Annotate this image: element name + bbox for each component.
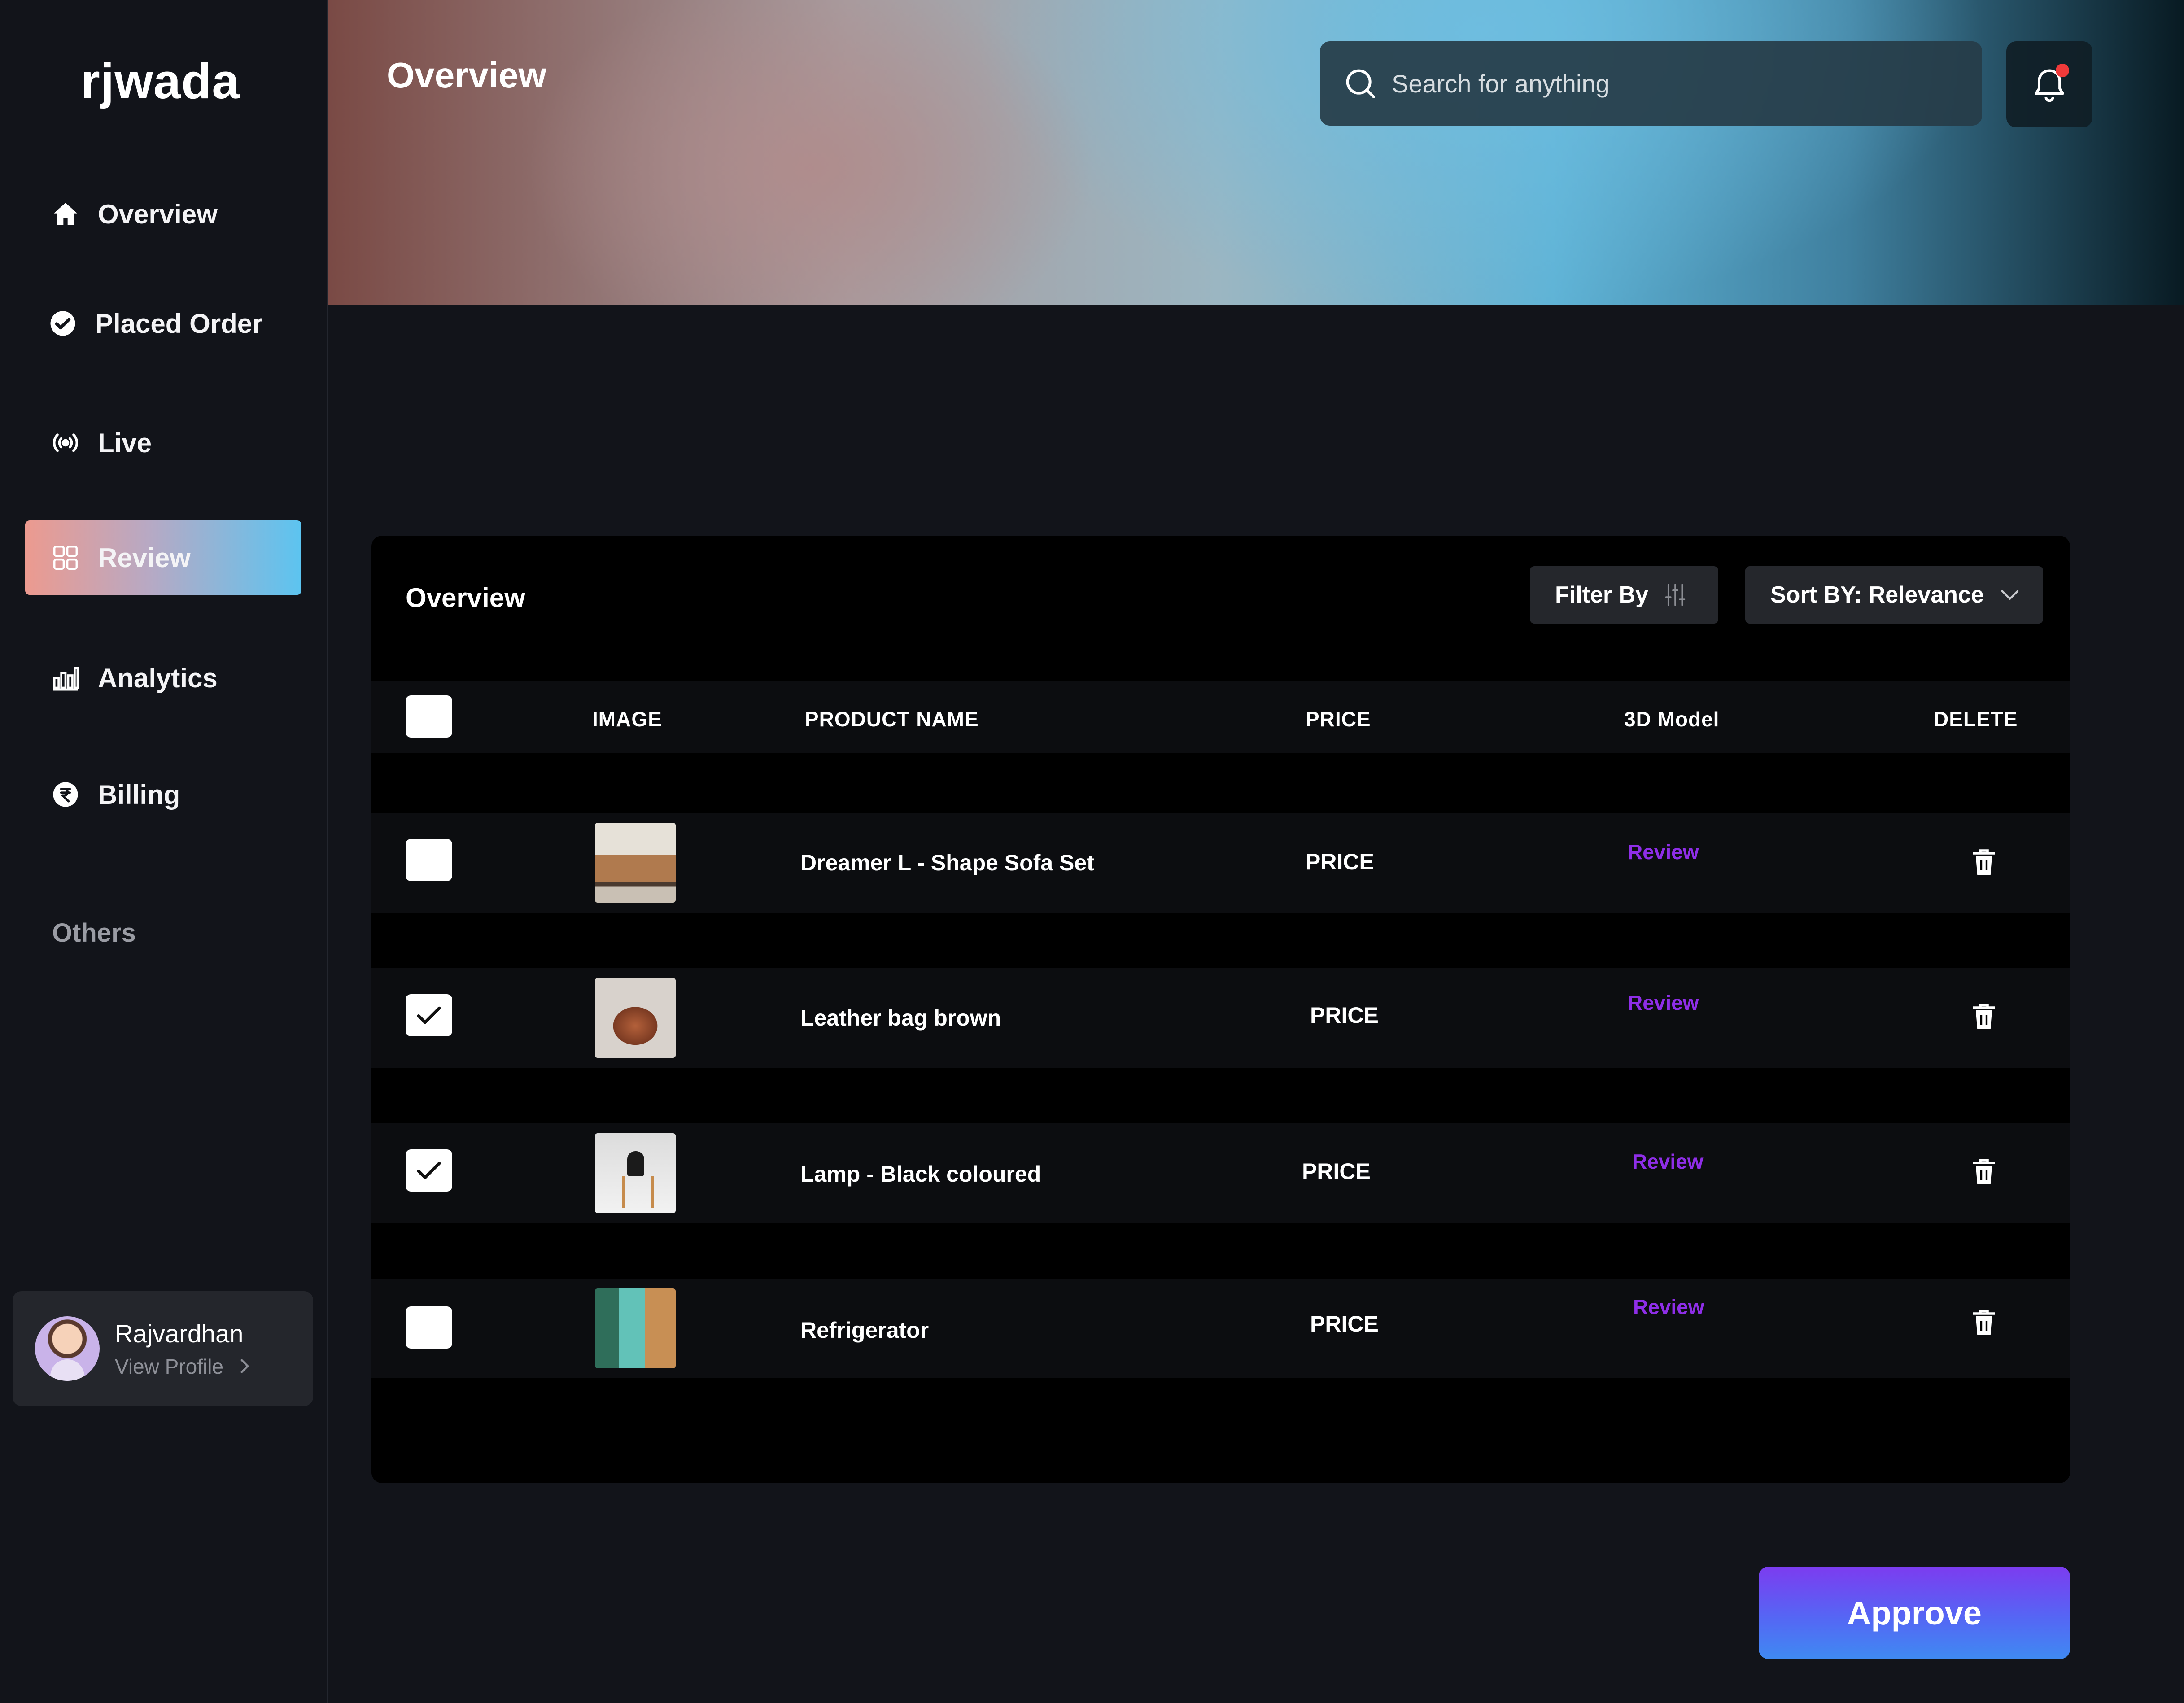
trash-icon[interactable] (1971, 848, 1996, 877)
sidebar-section-others[interactable]: Others (52, 918, 136, 948)
profile-text: Rajvardhan View Profile (115, 1319, 251, 1379)
check-circle-icon (47, 307, 79, 340)
search-input[interactable] (1392, 69, 1930, 98)
table-header: IMAGE PRODUCT NAME PRICE 3D Model DELETE (371, 681, 2070, 753)
row-checkbox[interactable] (406, 1149, 452, 1192)
sidebar-item-review[interactable]: Review (25, 520, 301, 595)
row-checkbox[interactable] (406, 839, 452, 881)
sidebar-item-analytics[interactable]: Analytics (25, 641, 301, 715)
search-icon (1346, 69, 1375, 98)
product-thumbnail (595, 1288, 676, 1368)
notification-badge (2056, 64, 2069, 77)
search-bar[interactable] (1320, 41, 1982, 126)
review-3d-model-link[interactable]: Review (1628, 991, 1699, 1015)
product-name: Lamp - Black coloured (800, 1162, 1041, 1187)
sort-label: Sort BY: Relevance (1770, 582, 1984, 608)
product-thumbnail (595, 978, 676, 1058)
trash-icon[interactable] (1971, 1157, 1996, 1186)
review-3d-model-link[interactable]: Review (1632, 1149, 1704, 1174)
sidebar: rjwada Overview Placed Order Live Review… (0, 0, 328, 1703)
product-thumbnail (595, 1133, 676, 1213)
product-name: Leather bag brown (800, 1005, 1001, 1031)
product-price: PRICE (1302, 1159, 1371, 1184)
filter-label: Filter By (1555, 582, 1649, 608)
product-price: PRICE (1310, 1003, 1379, 1028)
card-title: Overview (406, 583, 525, 613)
trash-icon[interactable] (1971, 1002, 1996, 1031)
filter-button[interactable]: Filter By (1530, 566, 1718, 624)
home-icon (49, 198, 82, 230)
column-header-price: PRICE (1306, 707, 1371, 731)
column-header-product-name: PRODUCT NAME (805, 707, 979, 731)
approve-button[interactable]: Approve (1759, 1567, 2070, 1659)
row-checkbox[interactable] (406, 994, 452, 1036)
chevron-right-icon (239, 1355, 251, 1378)
broadcast-icon (49, 427, 82, 459)
review-3d-model-link[interactable]: Review (1633, 1295, 1704, 1319)
chevron-down-icon (2001, 590, 2019, 600)
sidebar-item-live[interactable]: Live (25, 406, 301, 480)
sidebar-item-label: Analytics (98, 663, 218, 693)
sort-dropdown[interactable]: Sort BY: Relevance (1745, 566, 2043, 624)
grid-icon (49, 541, 82, 574)
table-row: Dreamer L - Shape Sofa Set PRICE Review (371, 813, 2070, 913)
sidebar-item-billing[interactable]: Billing (25, 757, 301, 832)
app-root: rjwada Overview Placed Order Live Review… (0, 0, 2184, 1703)
table-row: Refrigerator PRICE Review (371, 1279, 2070, 1378)
sidebar-item-label: Billing (98, 779, 180, 810)
trash-icon[interactable] (1971, 1308, 1996, 1337)
product-price: PRICE (1306, 849, 1374, 874)
avatar (35, 1316, 100, 1381)
profile-name: Rajvardhan (115, 1319, 244, 1348)
column-header-delete: DELETE (1934, 707, 2018, 731)
checkmark-icon (417, 1162, 441, 1179)
sidebar-item-label: Review (98, 542, 191, 573)
product-name: Refrigerator (800, 1318, 929, 1343)
view-profile-label: View Profile (115, 1354, 224, 1378)
page-title: Overview (387, 55, 546, 95)
product-name: Dreamer L - Shape Sofa Set (800, 850, 1094, 875)
row-checkbox[interactable] (406, 1306, 452, 1349)
sidebar-item-label: Placed Order (95, 308, 263, 339)
table-row: Lamp - Black coloured PRICE Review (371, 1123, 2070, 1223)
sidebar-item-placed-order[interactable]: Placed Order (25, 286, 301, 361)
table-row: Leather bag brown PRICE Review (371, 968, 2070, 1068)
review-3d-model-link[interactable]: Review (1628, 840, 1699, 864)
sidebar-item-label: Overview (98, 199, 218, 229)
review-table-card: Overview Filter By Sort BY: Relevance IM… (371, 536, 2070, 1483)
profile-card[interactable]: Rajvardhan View Profile (13, 1291, 313, 1406)
bar-chart-icon (49, 662, 82, 694)
sliders-icon (1665, 584, 1686, 606)
column-header-image: IMAGE (592, 707, 662, 731)
sidebar-item-overview[interactable]: Overview (25, 177, 301, 251)
sidebar-item-label: Live (98, 428, 152, 458)
brand-logo[interactable]: rjwada (81, 53, 240, 110)
product-thumbnail (595, 823, 676, 903)
checkmark-icon (417, 1006, 441, 1024)
product-price: PRICE (1310, 1311, 1379, 1336)
notification-button[interactable] (2006, 41, 2092, 127)
column-header-3d-model: 3D Model (1624, 707, 1720, 731)
rupee-icon (49, 778, 82, 811)
view-profile-link[interactable]: View Profile (115, 1354, 251, 1379)
select-all-checkbox[interactable] (406, 695, 452, 738)
